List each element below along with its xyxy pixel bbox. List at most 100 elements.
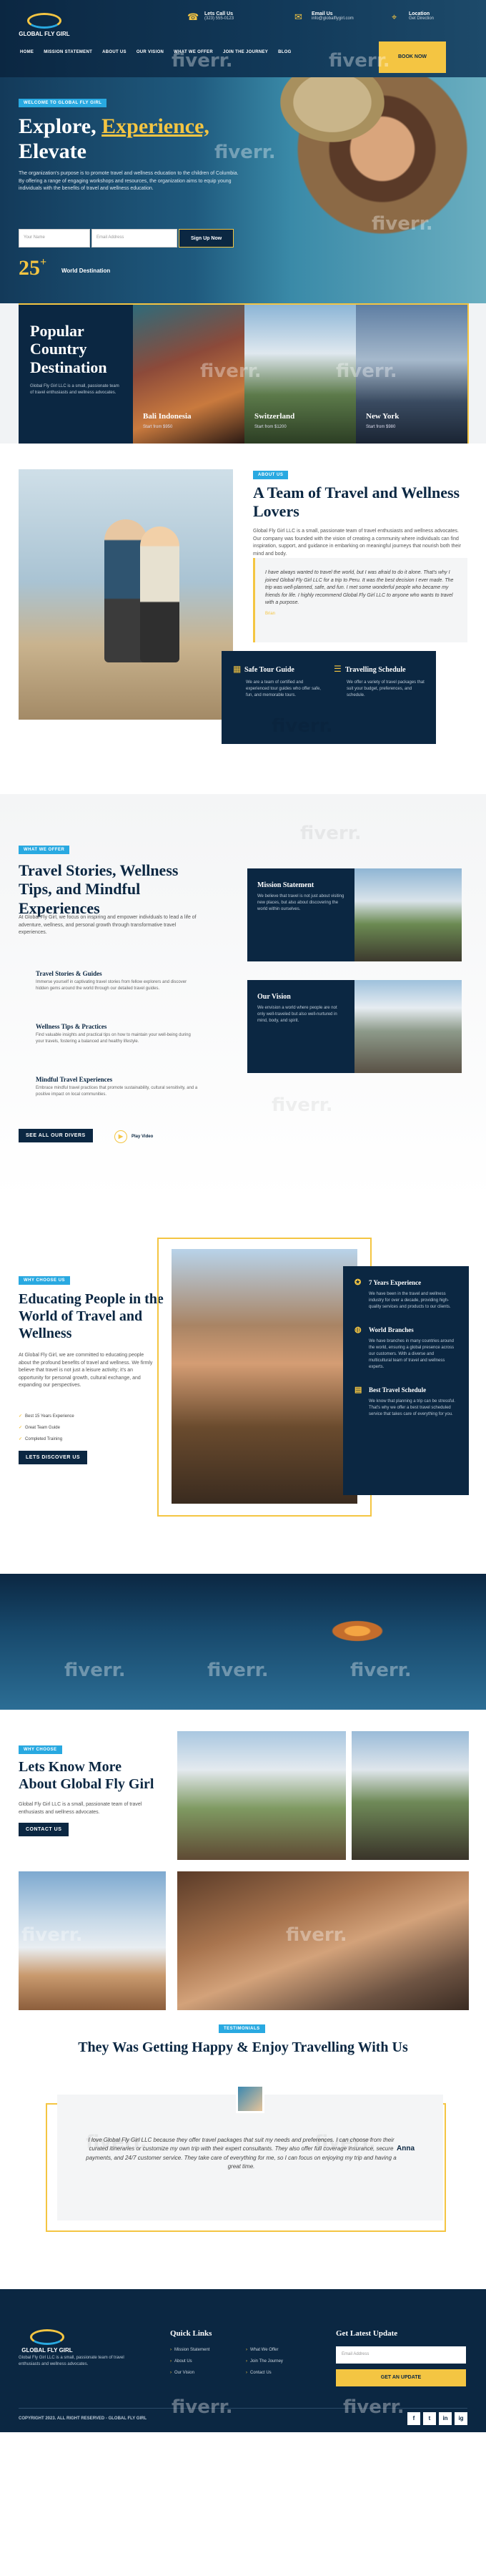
hero-title-pre: Explore,	[19, 114, 102, 138]
name-input[interactable]: Your Name	[19, 229, 90, 248]
contact-value: info@globalflygirl.com	[312, 16, 354, 21]
phone-icon: ☎	[187, 11, 199, 22]
team-desc: Global Fly Girl LLC is a small, passiona…	[253, 529, 462, 557]
contact-phone[interactable]: ☎ Lets Call Us (323) 555-0123	[187, 11, 234, 23]
feature-text: We are a team of certified and experienc…	[246, 680, 321, 697]
linkedin-icon[interactable]: in	[439, 2412, 452, 2425]
card-desc: We envision a world where people are not…	[257, 1006, 337, 1023]
popular-box: Popular Country Destination Global Fly G…	[19, 303, 469, 444]
educating-section: Why Choose Us Educating People in the Wo…	[0, 1202, 486, 1574]
hero-title: Explore, Experience, Elevate	[19, 114, 262, 164]
contact-title: Location	[409, 11, 430, 16]
footer-link[interactable]: Join The Journey	[246, 2359, 283, 2364]
nav-journey[interactable]: Join The Journey	[223, 50, 268, 54]
footer-link[interactable]: Contact Us	[246, 2371, 272, 2375]
check-item: ✓ Best 15 Years Experience	[19, 1414, 74, 1419]
edu-desc: At Global Fly Girl, we are committed to …	[19, 1353, 153, 1388]
footer-link[interactable]: Our Vision	[170, 2371, 194, 2375]
book-now-button[interactable]: Book Now	[379, 41, 446, 73]
avatar	[236, 2085, 264, 2113]
destination-card[interactable]: Switzerland Start from $1200	[244, 305, 356, 444]
logo[interactable]: GLOBAL FLY GIRL	[16, 13, 73, 37]
testimonials-section: Testimonials They Was Getting Happy & En…	[0, 2010, 486, 2289]
team-photo	[19, 469, 233, 720]
footer-divider	[19, 2408, 467, 2409]
edu-feature: ✪ 7 Years Experience We have been in the …	[354, 1278, 457, 1311]
edu-feature: ▤ Best Travel Schedule We know that plann…	[354, 1385, 457, 1418]
nav-about[interactable]: About Us	[102, 50, 127, 54]
footer-link[interactable]: About Us	[170, 2359, 192, 2364]
footer-link[interactable]: Mission Statement	[170, 2348, 209, 2352]
edu-feature-title: Best Travel Schedule	[369, 1386, 427, 1394]
destination-sub: Start from $950	[143, 425, 173, 429]
feature-text: We offer a variety of travel packages th…	[347, 680, 425, 697]
facebook-icon[interactable]: f	[407, 2412, 420, 2425]
see-divers-button[interactable]: See All Our Divers	[19, 1129, 93, 1142]
team-features: ▦ Safe Tour Guide We are a team of certif…	[222, 651, 436, 744]
watermark: fiverr.	[64, 1660, 126, 1681]
footer-link[interactable]: What We Offer	[246, 2348, 278, 2352]
popular-intro: Popular Country Destination Global Fly G…	[19, 305, 133, 444]
card-text: Our Vision We envision a world where peo…	[247, 980, 354, 1073]
popular-title: Popular Country Destination	[30, 322, 107, 376]
vision-card: Our Vision We envision a world where peo…	[247, 980, 462, 1073]
stories-title: Travel Stories, Wellness Tips, and Mindf…	[19, 861, 179, 917]
destination-card[interactable]: New York Start from $980	[356, 305, 467, 444]
check-text: Completed Training	[25, 1437, 63, 1441]
nav-home[interactable]: Home	[20, 50, 34, 54]
team-title: A Team of Travel and Wellness Lovers	[253, 484, 460, 521]
feature-title: Travelling Schedule	[345, 666, 406, 674]
play-icon: ▶	[114, 1130, 127, 1143]
destination-sub: Start from $980	[366, 425, 396, 429]
twitter-icon[interactable]: t	[423, 2412, 436, 2425]
destination-card[interactable]: Bali Indonesia Start from $950	[133, 305, 244, 444]
play-video-button[interactable]: ▶ Play Video	[114, 1130, 153, 1143]
edu-feature-text: We know that planning a trip can be stre…	[369, 1399, 455, 1416]
check-icon: ✓	[19, 1437, 23, 1441]
edu-feature: ◍ World Branches We have branches in many…	[354, 1325, 457, 1371]
popular-desc: Global Fly Girl LLC is a small, passiona…	[30, 383, 119, 395]
about-photo-friends	[177, 1871, 469, 2010]
card-desc: We believe that travel is not just about…	[257, 894, 344, 911]
card-text: Mission Statement We believe that travel…	[247, 868, 354, 961]
about-tag: Why Choose	[19, 1745, 62, 1754]
email-input[interactable]: Email Address	[91, 229, 177, 248]
nav-blog[interactable]: Blog	[278, 50, 292, 54]
instagram-icon[interactable]: ig	[455, 2412, 467, 2425]
about-desc: Global Fly Girl LLC is a small, passiona…	[19, 1802, 142, 1815]
lets-discover-button[interactable]: Lets Discover Us	[19, 1451, 88, 1464]
destination-name: Switzerland	[254, 412, 295, 421]
contact-value: Get Direction	[409, 16, 435, 21]
edu-tag: Why Choose Us	[19, 1276, 71, 1285]
footer-email-input[interactable]: Email Address	[336, 2346, 466, 2364]
card-title: Mission Statement	[257, 881, 314, 889]
quote-text: I have always wanted to travel the world…	[265, 570, 454, 605]
contact-us-button[interactable]: Contact Us	[19, 1823, 69, 1836]
mission-card: Mission Statement We believe that travel…	[247, 868, 462, 961]
about-photo-hikers	[177, 1731, 346, 1860]
team-quote: I have always wanted to travel the world…	[253, 558, 467, 642]
nav-vision[interactable]: Our Vision	[137, 50, 164, 54]
email-icon: ✉	[294, 11, 302, 22]
watermark: fiverr.	[272, 1094, 333, 1116]
contact-value: (323) 555-0123	[204, 16, 234, 21]
stat-number: 25+	[19, 256, 46, 280]
footer-logo[interactable]: GLOBAL FLY GIRL	[19, 2329, 76, 2354]
hero-title-highlight: Experience,	[101, 114, 209, 138]
testimonials-tag: Testimonials	[219, 2024, 265, 2033]
check-text: Great Team Guide	[25, 1426, 60, 1430]
globe-logo-icon	[30, 2329, 64, 2345]
stat-number-plus: +	[40, 256, 47, 268]
nav-offer[interactable]: What We Offer	[174, 50, 213, 54]
globe-logo-icon	[27, 13, 61, 29]
contact-location[interactable]: ⌖ Location Get Direction	[392, 11, 434, 23]
contact-email[interactable]: ✉ Email Us info@globalflygirl.com	[294, 11, 354, 23]
card-title: Our Vision	[257, 993, 291, 1001]
get-update-button[interactable]: Get an Update	[336, 2369, 466, 2386]
edu-feature-title: 7 Years Experience	[369, 1279, 422, 1286]
edu-feature-title: World Branches	[369, 1326, 414, 1333]
nav-mission[interactable]: Mission Statement	[44, 50, 92, 54]
quote-author: Brian	[265, 611, 276, 616]
footer-desc: Global Fly Girl LLC is a small, passiona…	[19, 2356, 124, 2366]
signup-button[interactable]: Sign Up Now	[179, 229, 234, 248]
